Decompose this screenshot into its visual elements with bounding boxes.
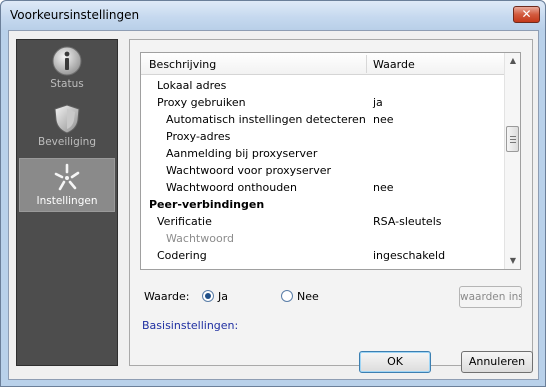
preferences-window: Voorkeursinstellingen ✕ Status Beveiligi… [0,0,546,387]
dialog-client-area: Status Beveiliging Instellingen Beschrij… [8,30,539,380]
sidebar: Status Beveiliging Instellingen [16,39,118,366]
radio-yes[interactable]: Ja [202,290,228,303]
cancel-button[interactable]: Annuleren [461,351,533,373]
column-header-value[interactable]: Waarde [373,58,415,71]
sidebar-item-status[interactable]: Status [19,42,115,96]
table-row[interactable]: Proxy gebruiken ja [141,94,504,111]
row-name: Aanmelding bij proxyserver [166,147,318,160]
table-row[interactable]: Codering ingeschakeld [141,247,504,264]
radio-checked-icon[interactable] [202,290,214,302]
sidebar-item-label: Status [50,78,84,90]
value-label: Waarde: [144,290,190,303]
row-name: Proxy gebruiken [157,96,246,109]
table-row[interactable]: Automatisch instellingen detecteren nee [141,111,504,128]
apply-values-button[interactable]: waarden ins [459,286,522,308]
title-bar[interactable]: Voorkeursinstellingen ✕ [1,1,545,30]
table-row[interactable]: Proxy-adres [141,128,504,145]
row-value: RSA-sleutels [373,215,442,228]
table-row[interactable]: Wachtwoord onthouden nee [141,179,504,196]
row-name: Peer-verbindingen [149,198,265,211]
sidebar-item-security[interactable]: Beveiliging [19,100,115,154]
settings-table: Beschrijving Waarde Lokaal adres Proxy g… [140,52,521,270]
row-name: Proxy-adres [166,130,231,143]
row-value: ingeschakeld [373,249,446,262]
radio-unchecked-icon[interactable] [281,290,293,302]
window-title: Voorkeursinstellingen [10,8,140,22]
row-name: Wachtwoord [166,232,235,245]
table-section-header[interactable]: Peer-verbindingen [141,196,504,213]
radio-no[interactable]: Nee [281,290,319,303]
basic-settings-link[interactable]: Basisinstellingen: [142,319,238,332]
column-header-description[interactable]: Beschrijving [149,58,216,71]
table-row[interactable]: Lokaal adres [141,77,504,94]
row-name: Wachtwoord voor proxyserver [166,164,331,177]
row-value: nee [373,113,394,126]
grip-line [510,142,516,143]
table-row[interactable]: Wachtwoord [141,230,504,247]
scroll-up-arrow-icon[interactable]: ▲ [505,53,521,69]
close-icon: ✕ [521,7,532,21]
column-divider[interactable] [366,55,367,73]
grip-line [510,136,516,137]
vertical-scrollbar[interactable]: ▲ ▼ [504,53,520,269]
ok-button[interactable]: OK [359,351,431,373]
scrollbar-thumb[interactable] [506,126,519,152]
row-value: ja [373,96,383,109]
table-row[interactable]: Aanmelding bij proxyserver [141,145,504,162]
row-name: Lokaal adres [157,79,227,92]
sidebar-item-label: Beveiliging [38,136,96,148]
settings-icon [54,163,80,191]
grip-line [510,139,516,140]
radio-yes-label: Ja [218,290,228,303]
sidebar-item-label: Instellingen [36,195,98,207]
row-name: Automatisch instellingen detecteren [166,113,366,126]
sidebar-item-settings[interactable]: Instellingen [19,158,115,212]
info-icon [52,46,82,76]
row-name: Verificatie [157,215,212,228]
table-row[interactable]: Verificatie RSA-sleutels [141,213,504,230]
table-header: Beschrijving Waarde [141,53,504,75]
row-name: Codering [157,249,207,262]
settings-panel: Beschrijving Waarde Lokaal adres Proxy g… [129,39,533,366]
scroll-down-arrow-icon[interactable]: ▼ [505,253,521,269]
shield-icon [54,104,80,134]
row-name: Wachtwoord onthouden [166,181,297,194]
row-value: nee [373,181,394,194]
close-button[interactable]: ✕ [513,6,540,23]
table-row[interactable]: Wachtwoord voor proxyserver [141,162,504,179]
radio-no-label: Nee [297,290,319,303]
